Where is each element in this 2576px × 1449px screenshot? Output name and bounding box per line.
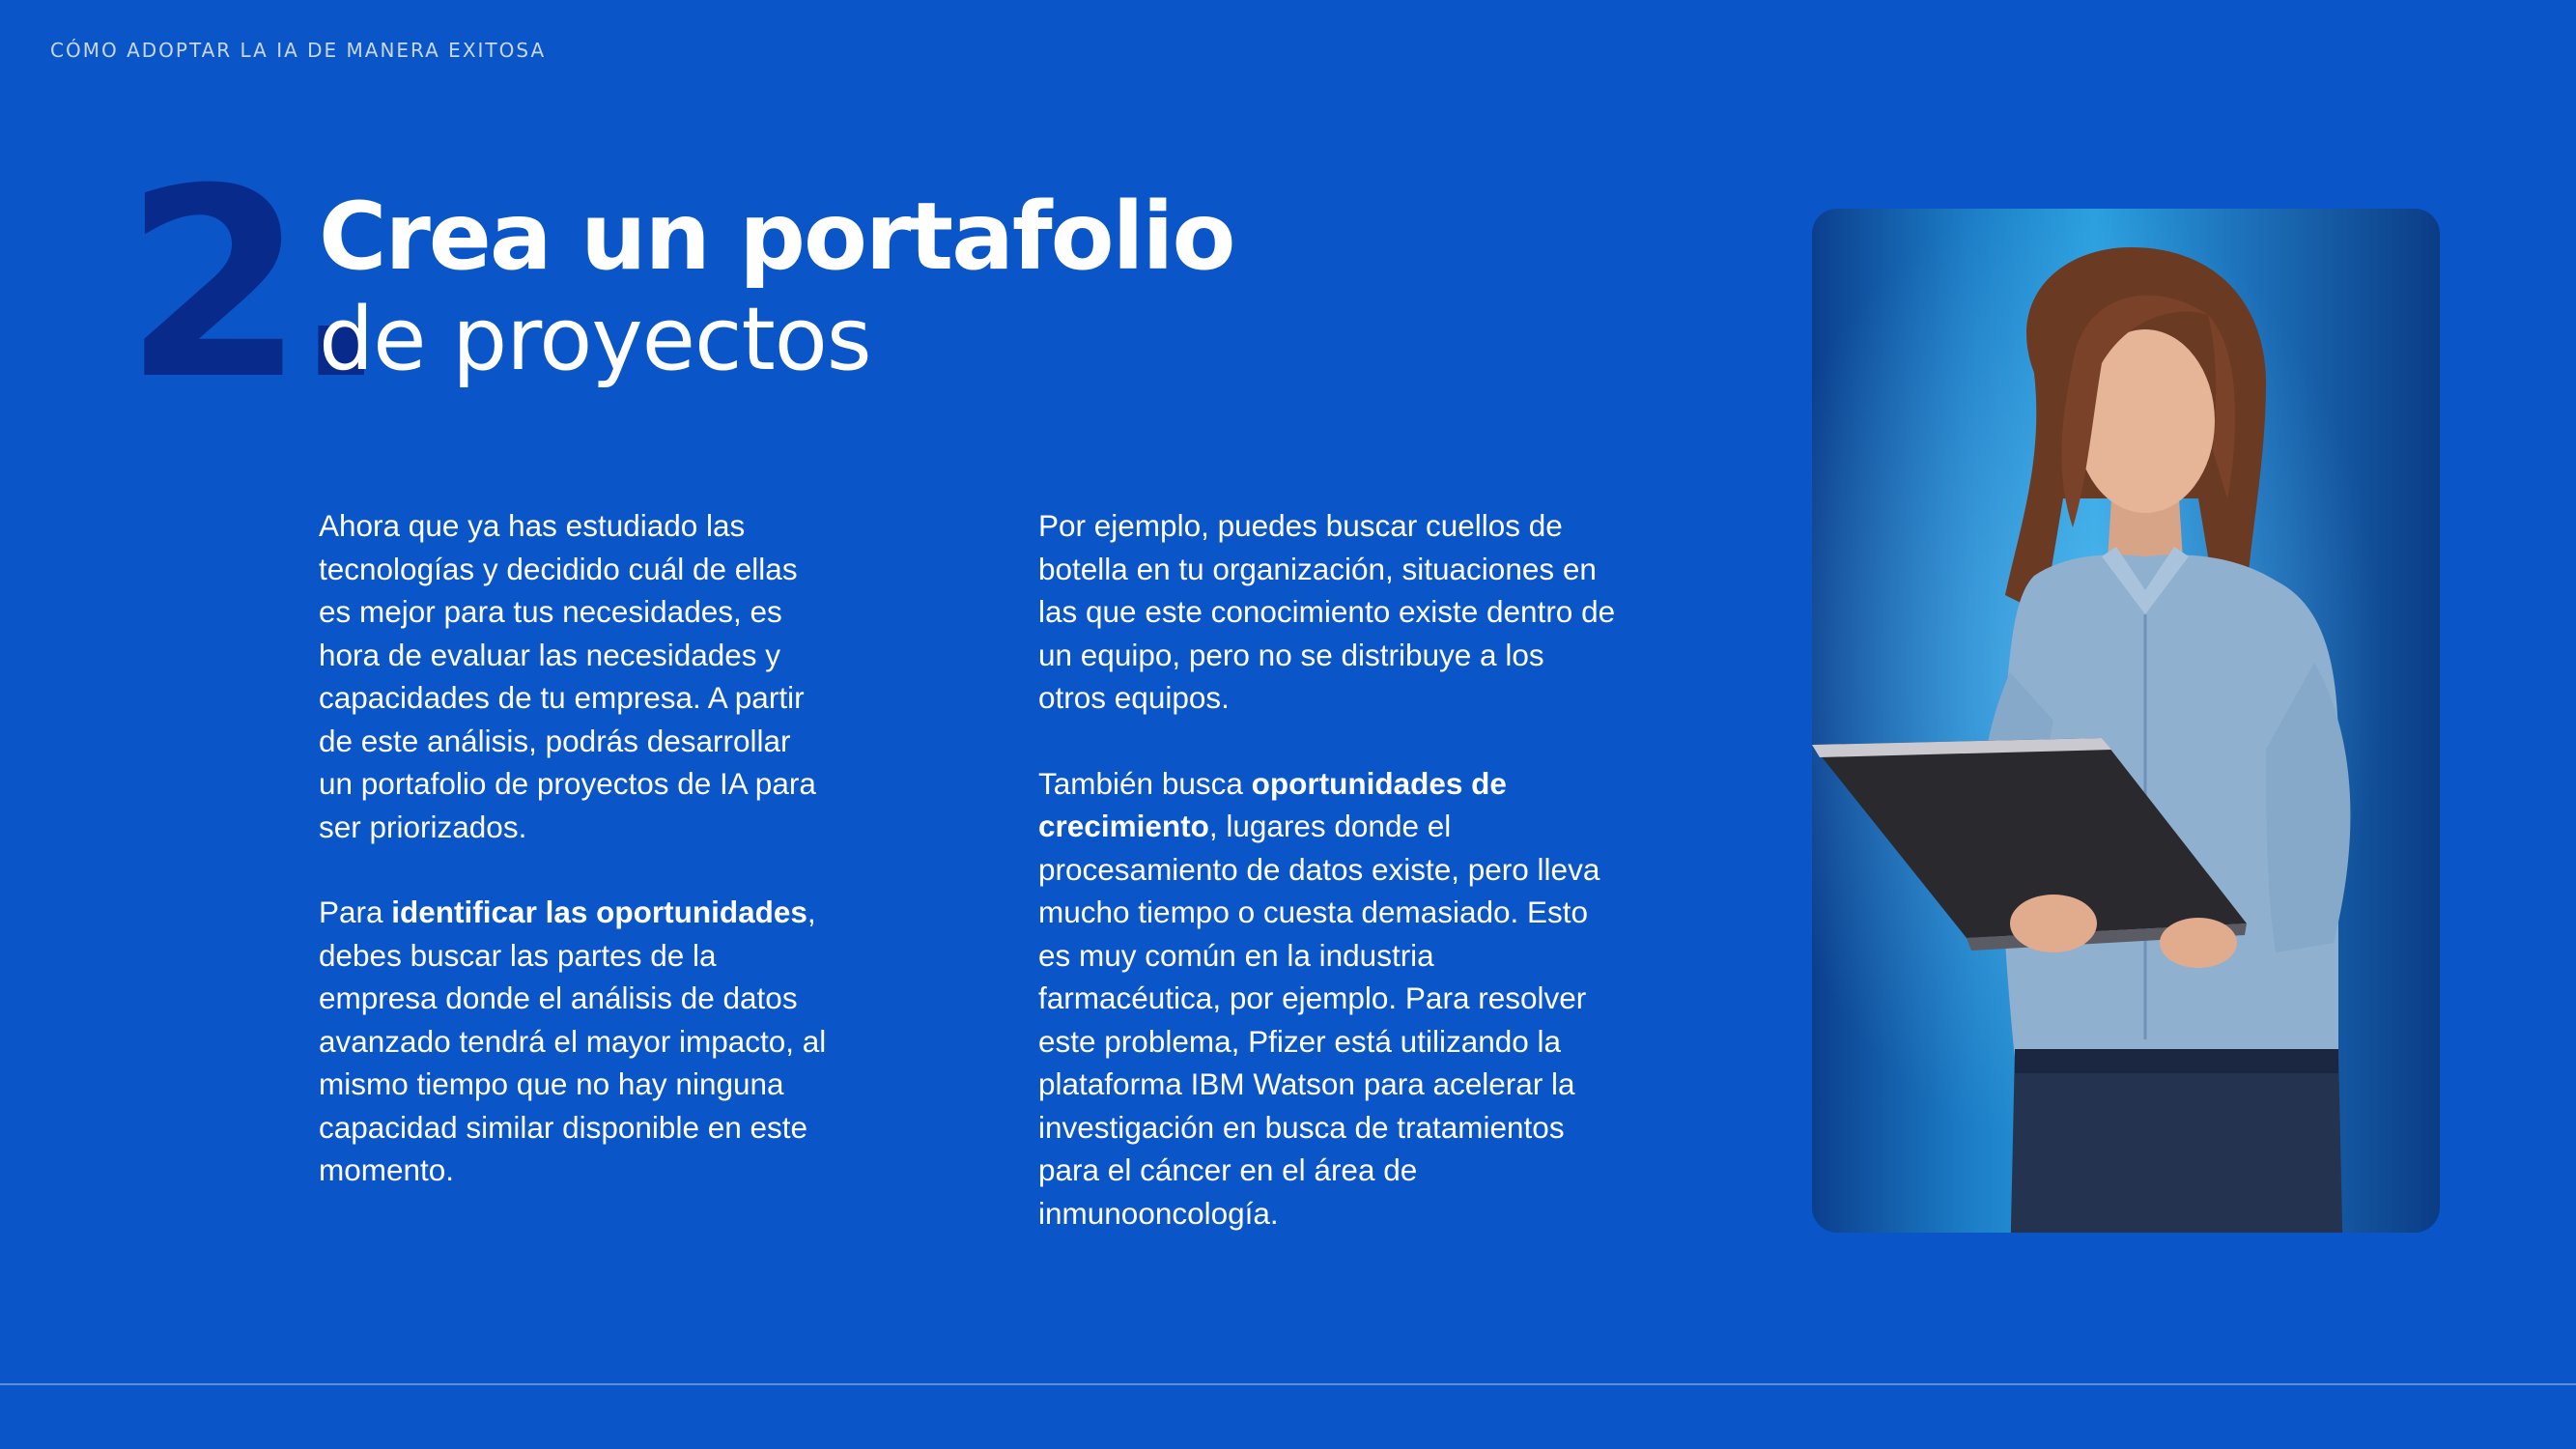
section-title: Crea un portafolio de proyectos (319, 183, 1235, 391)
left-p2-emphasis: identificar las oportunidades (391, 895, 807, 929)
woman-illustration (1812, 247, 2351, 1233)
right-paragraph-1: Por ejemplo, puedes buscar cuellos de bo… (1038, 508, 1616, 715)
right-p2-prefix: También busca (1038, 765, 1252, 801)
bottom-divider (0, 1383, 2576, 1385)
left-text-column: Ahora que ya has estudiado las tecnologí… (319, 504, 831, 1235)
left-p2-rest: , debes buscar las partes de la empresa … (319, 895, 827, 1187)
left-p2-prefix: Para (319, 895, 392, 929)
hand (2010, 895, 2097, 952)
left-paragraph-2: Para identificar las oportunidades, debe… (319, 891, 831, 1192)
title-line-1: Crea un portafolio (319, 183, 1235, 291)
title-line-2: de proyectos (319, 289, 872, 391)
right-p2-rest: , lugares donde el procesamiento de dato… (1038, 809, 1600, 1231)
right-text-column: Por ejemplo, puedes buscar cuellos de bo… (1038, 504, 1618, 1277)
jeans (2010, 1049, 2343, 1233)
right-paragraph-2: También busca oportunidades de crecimien… (1038, 762, 1618, 1236)
woman-with-tablet-photo (1812, 209, 2440, 1233)
left-paragraph-1: Ahora que ya has estudiado las tecnologí… (319, 508, 816, 844)
running-header: CÓMO ADOPTAR LA IA DE MANERA EXITOSA (50, 39, 547, 62)
